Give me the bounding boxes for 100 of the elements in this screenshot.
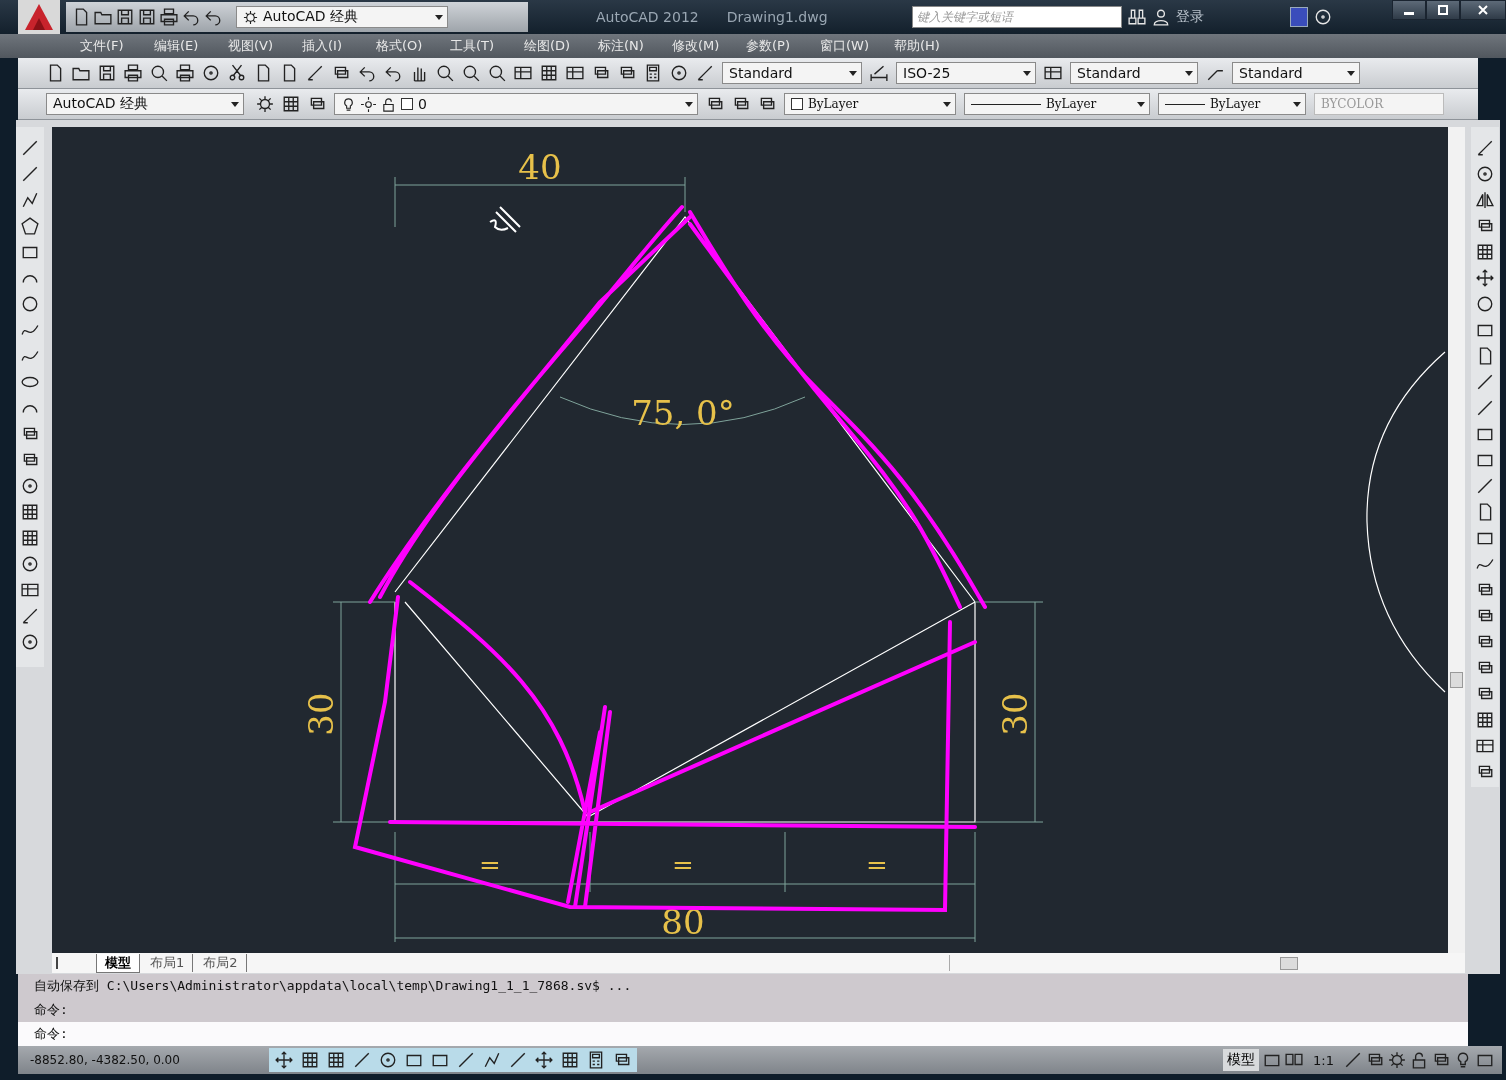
grid-icon[interactable] <box>1476 243 1494 261</box>
grid-icon[interactable] <box>301 1051 319 1069</box>
line-icon[interactable] <box>457 1051 475 1069</box>
dimension-text: 30 <box>995 692 1035 736</box>
lineweight-dropdown[interactable]: ByLayer <box>1158 93 1306 115</box>
printer-icon[interactable] <box>160 8 178 26</box>
magnifier-icon[interactable] <box>462 64 480 82</box>
line-icon[interactable] <box>509 1051 527 1069</box>
undo-icon[interactable] <box>182 8 200 26</box>
undo-icon[interactable] <box>204 8 222 26</box>
ring-icon[interactable] <box>21 633 39 651</box>
logo-icon[interactable] <box>18 0 60 34</box>
close-button[interactable] <box>1460 0 1506 20</box>
line-icon[interactable] <box>21 165 39 183</box>
ring-icon[interactable] <box>1476 165 1494 183</box>
mirror-icon[interactable] <box>1476 191 1494 209</box>
calculator-icon[interactable] <box>587 1051 605 1069</box>
ring-icon[interactable] <box>21 555 39 573</box>
minimize-button[interactable] <box>1392 0 1426 20</box>
grid-icon[interactable] <box>327 1051 345 1069</box>
lock-icon <box>381 96 396 112</box>
multileader-style-dropdown[interactable]: Standard <box>1232 62 1360 84</box>
user-icon[interactable] <box>1152 8 1170 26</box>
vertical-scrollbar[interactable] <box>1448 127 1465 953</box>
search-field[interactable]: 键入关键字或短语 <box>912 6 1122 28</box>
sign-in-link[interactable]: 登录 <box>1176 8 1204 26</box>
table-icon[interactable] <box>21 581 39 599</box>
ring-icon[interactable] <box>379 1051 397 1069</box>
magnifier-icon[interactable] <box>436 64 454 82</box>
line-icon[interactable] <box>353 1051 371 1069</box>
table-icon[interactable] <box>514 64 532 82</box>
table-icon[interactable] <box>566 64 584 82</box>
layout-tab[interactable]: 模型 <box>96 953 140 973</box>
ring-icon[interactable] <box>202 64 220 82</box>
workspace-dropdown[interactable]: AutoCAD 经典 <box>46 93 244 115</box>
ring-icon[interactable] <box>670 64 688 82</box>
line-icon[interactable] <box>1476 373 1494 391</box>
command-line: 自动保存到 C:\Users\Administrator\appdata\local\temp\Drawing1_1_1_7868.sv$ ... <box>33 977 633 995</box>
grid-icon[interactable] <box>1476 711 1494 729</box>
line-icon[interactable] <box>21 139 39 157</box>
grid-icon[interactable] <box>21 503 39 521</box>
dimension-text: 75, 0° <box>631 393 735 433</box>
linetype-dropdown[interactable]: ByLayer <box>964 93 1150 115</box>
polygon-icon[interactable] <box>21 217 39 235</box>
line-icon[interactable] <box>1344 1051 1362 1069</box>
menu-item[interactable]: 文件(F) <box>80 37 154 55</box>
grid-icon[interactable] <box>561 1051 579 1069</box>
printer-icon[interactable] <box>124 64 142 82</box>
menu-item[interactable]: 标注(N) <box>598 37 672 55</box>
command-line: 命令: <box>33 1001 69 1019</box>
printer-icon[interactable] <box>176 64 194 82</box>
maximize-button[interactable] <box>1426 0 1460 20</box>
layout-tab[interactable]: 布局1 <box>142 954 194 972</box>
table-icon[interactable] <box>1476 737 1494 755</box>
gear-icon[interactable] <box>1388 1051 1406 1069</box>
lock-icon[interactable] <box>1410 1051 1428 1069</box>
layout-tab[interactable]: 布局2 <box>195 954 247 972</box>
grid-icon[interactable] <box>21 529 39 547</box>
line-icon[interactable] <box>1476 477 1494 495</box>
model-button[interactable]: 模型 <box>1223 1049 1260 1071</box>
menu-item[interactable]: 工具(T) <box>450 37 524 55</box>
layer-dropdown[interactable]: 0 <box>334 93 698 115</box>
calculator-icon[interactable] <box>644 64 662 82</box>
workspace-dropdown[interactable]: AutoCAD 经典 <box>236 6 448 28</box>
menu-item[interactable]: 帮助(H) <box>894 37 968 55</box>
menu-item[interactable]: 格式(O) <box>376 37 450 55</box>
grid-icon[interactable] <box>282 95 300 113</box>
text-style-dropdown[interactable]: Standard <box>722 62 862 84</box>
magnifier-icon[interactable] <box>150 64 168 82</box>
dimension-style-dropdown[interactable]: ISO-25 <box>896 62 1036 84</box>
menu-item[interactable]: 绘图(D) <box>524 37 598 55</box>
color-dropdown[interactable]: ByLayer <box>784 93 956 115</box>
menu-item[interactable]: 修改(M) <box>672 37 746 55</box>
menu-item[interactable]: 编辑(E) <box>154 37 228 55</box>
dimension-icon[interactable] <box>870 64 888 82</box>
binoculars-icon[interactable] <box>1128 8 1146 26</box>
move-icon[interactable] <box>275 1051 293 1069</box>
drawing-canvas[interactable]: 40 75, 0° 30 30 = = = 80 <box>52 127 1448 953</box>
help-icon[interactable] <box>1314 8 1332 26</box>
ring-icon[interactable] <box>21 477 39 495</box>
move-icon[interactable] <box>1476 269 1494 287</box>
menu-item[interactable]: 窗口(W) <box>820 37 894 55</box>
polyline-icon[interactable] <box>21 191 39 209</box>
scissors-icon[interactable] <box>228 64 246 82</box>
undo-icon[interactable] <box>358 64 376 82</box>
undo-icon[interactable] <box>384 64 402 82</box>
grid-icon[interactable] <box>540 64 558 82</box>
line-icon[interactable] <box>1476 399 1494 417</box>
annotation-scale-button[interactable]: 1:1 <box>1313 1052 1334 1068</box>
menu-item[interactable]: 视图(V) <box>228 37 302 55</box>
gear-icon[interactable] <box>256 95 274 113</box>
magnifier-icon[interactable] <box>488 64 506 82</box>
table-style-dropdown[interactable]: Standard <box>1070 62 1198 84</box>
menu-item[interactable]: 插入(I) <box>302 37 376 55</box>
move-icon[interactable] <box>535 1051 553 1069</box>
table-icon[interactable] <box>1044 64 1062 82</box>
menu-item[interactable]: 参数(P) <box>746 37 820 55</box>
polyline-icon[interactable] <box>483 1051 501 1069</box>
close-icon <box>1478 5 1488 15</box>
dimension-text: 40 <box>518 147 562 187</box>
